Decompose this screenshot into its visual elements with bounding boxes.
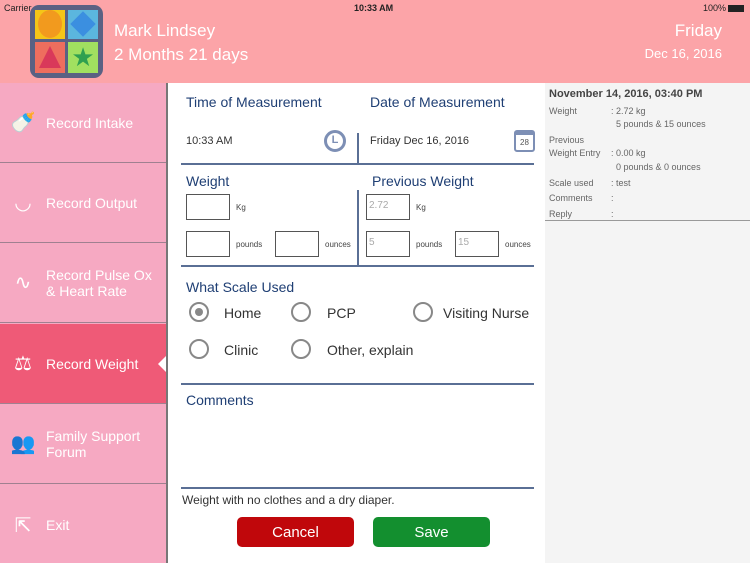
people-icon: 👥 [10,433,36,455]
scale-label: Scale used [549,178,594,188]
history-title: November 14, 2016, 03:40 PM [549,88,703,100]
nav-label: Record Pulse Ox & Heart Rate [46,266,152,299]
pounds-label: pounds [416,240,443,249]
pulse-icon: ∿ [14,272,32,294]
sidebar-item-record-intake[interactable]: 🍼 Record Intake [0,83,166,163]
prev-ounces-field: 15 [455,231,499,257]
radio-pcp[interactable] [291,302,311,322]
divider [357,190,359,265]
battery-icon [728,5,744,12]
reply-value: : [611,209,614,219]
comment-hint: Weight with no clothes and a dry diaper. [182,493,395,507]
ounces-label: ounces [325,240,351,249]
history-panel: November 14, 2016, 03:40 PM Weight : 2.7… [545,83,750,563]
header: Carrier 10:33 AM 100% ★ Mark Lindsey 2 M… [0,0,750,83]
divider [181,163,534,165]
sidebar: 🍼 Record Intake ◡ Record Output ∿ Record Pu… [0,83,168,563]
prev-lb: 0 pounds & 0 ounces [616,162,701,172]
radio-visiting-nurse[interactable] [413,302,433,322]
sidebar-item-record-output[interactable]: ◡ Record Output [0,163,166,243]
battery: 100% [703,3,727,13]
divider [181,487,534,489]
previous-weight-label: Previous Weight [372,173,474,189]
sidebar-item-record-weight[interactable]: ⚖ Record Weight [0,324,166,404]
radio-label: Clinic [224,342,259,358]
pounds-label: pounds [236,240,263,249]
patient-name: Mark Lindsey [114,21,216,40]
date-label: Date of Measurement [370,94,505,110]
nav-label: Record Output [46,194,138,211]
cancel-button[interactable]: Cancel [237,517,354,547]
kg-input[interactable] [186,194,230,220]
prev-kg: : 0.00 kg [611,148,646,158]
radio-label: Visiting Nurse [443,305,530,321]
nav-label: Exit [46,517,70,533]
pounds-input[interactable] [186,231,230,257]
diaper-icon: ◡ [14,192,32,214]
time-label: Time of Measurement [186,94,322,110]
date-field[interactable]: Friday Dec 16, 2016 [370,135,469,147]
status-time: 10:33 AM [354,3,394,13]
weight-label: Weight [186,173,230,189]
app-logo: ★ [30,5,103,78]
prev-pounds-field: 5 [366,231,410,257]
header-day: Friday [674,21,722,40]
comments-input[interactable] [181,410,534,487]
weight-kg: : 2.72 kg [611,106,646,116]
ounces-input[interactable] [275,231,319,257]
radio-home[interactable] [189,302,209,322]
header-date: Dec 16, 2016 [644,46,722,61]
weight-label: Weight [549,106,577,116]
scale-icon: ⚖ [14,353,32,375]
clock-icon[interactable]: L [324,130,346,152]
carrier: Carrier [4,3,32,13]
active-indicator [158,356,166,372]
radio-other[interactable] [291,339,311,359]
kg-label: Kg [236,203,246,212]
sidebar-item-pulse-ox[interactable]: ∿ Record Pulse Ox & Heart Rate [0,243,166,323]
nav-label: Record Intake [46,114,134,131]
prev-label: Weight Entry [549,148,601,158]
patient-age: 2 Months 21 days [114,45,249,64]
bottle-icon: 🍼 [10,112,36,134]
kg-label: Kg [416,203,426,212]
exit-icon: ⇱ [14,514,32,537]
reply-label: Reply [549,209,573,219]
prev-label: Previous [549,135,585,145]
save-button[interactable]: Save [373,517,490,547]
weight-lb: 5 pounds & 15 ounces [616,119,706,129]
comments-label: Comments [549,193,593,203]
ounces-label: ounces [505,240,531,249]
radio-label: PCP [327,305,356,321]
comments-label: Comments [186,392,254,408]
sidebar-item-family-forum[interactable]: 👥 Family Support Forum [0,404,166,484]
scale-value: : test [611,178,631,188]
nav-label: Family Support Forum [46,427,141,460]
scale-label: What Scale Used [186,279,295,295]
radio-label: Home [224,305,262,321]
radio-label: Other, explain [327,342,414,358]
nav-label: Record Weight [46,355,139,372]
calendar-icon[interactable]: 28 [514,130,535,152]
time-field[interactable]: 10:33 AM [186,135,232,147]
divider [181,265,534,267]
sidebar-item-exit[interactable]: ⇱ Exit [0,485,166,565]
divider [545,220,750,221]
divider [181,383,534,385]
radio-clinic[interactable] [189,339,209,359]
comments-value: : [611,193,614,203]
prev-kg-field: 2.72 [366,194,410,220]
divider [357,133,359,164]
